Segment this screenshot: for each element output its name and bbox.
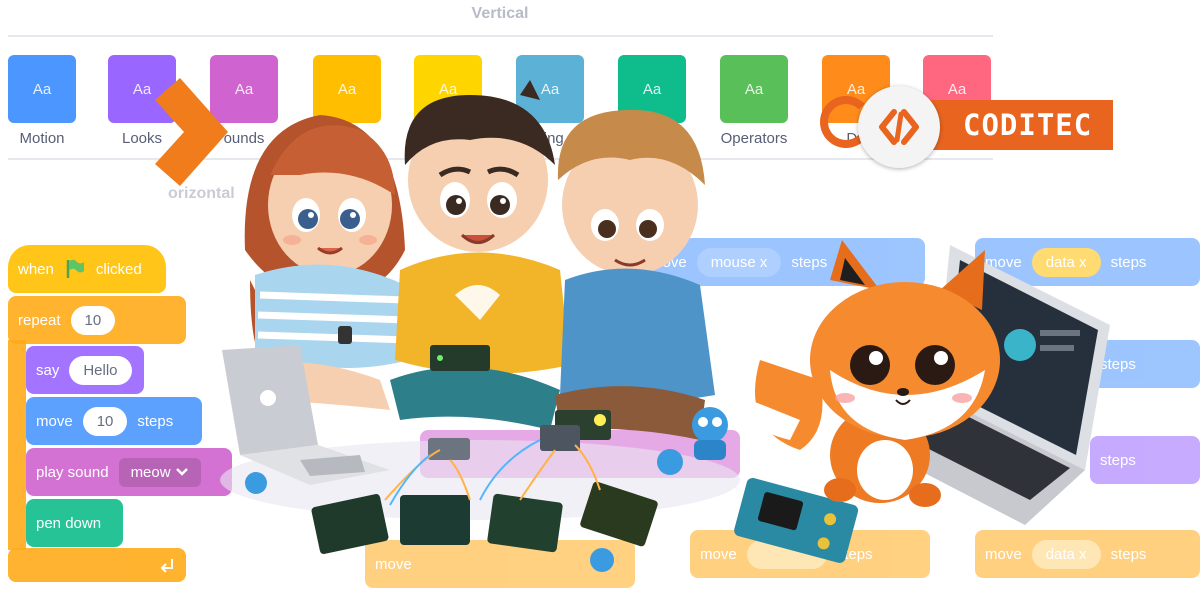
chevron-down-icon [175,467,188,476]
divider [8,35,993,37]
bg-move-block[interactable]: steps [1090,436,1200,484]
move-steps-block[interactable]: move 10 steps [26,397,202,445]
repeat-label: repeat [18,311,61,329]
repeat-count-input[interactable]: 10 [70,305,116,335]
move-label: move [700,545,737,563]
repeat-c-arm [8,340,26,550]
sound-value: meow [130,463,171,481]
sound-dropdown[interactable]: meow [118,457,201,487]
steps-label: steps [1110,545,1147,563]
when-label: when [18,260,54,278]
category-label: Motion [19,130,65,147]
steps-label: steps [137,412,174,430]
when-flag-clicked-block[interactable]: when clicked [8,245,166,293]
category-swatch[interactable]: Aa [210,55,278,123]
green-flag-icon [66,259,84,278]
data-x-reporter[interactable]: data x [1031,247,1101,277]
boy-center-character [390,80,570,430]
mouse-x-reporter[interactable]: mouse x [696,247,782,277]
bg-move-block[interactable]: move data x steps [975,530,1200,578]
code-brackets-icon [879,109,919,145]
play-sound-label: play sound [36,463,109,481]
logo-wordmark[interactable]: CODITEC [925,100,1113,150]
repeat-end [8,548,186,582]
pen-down-block[interactable]: pen down [26,499,123,547]
data-x-reporter[interactable]: data x [1031,539,1101,569]
pen-down-label: pen down [36,514,102,532]
category-swatch[interactable]: Aa [8,55,76,123]
category-label: Operators [720,130,788,147]
category-swatch[interactable]: Aa [108,55,176,123]
repeat-block[interactable]: repeat 10 [8,296,186,344]
logo-badge[interactable] [858,86,940,168]
horizontal-title: orizontal [168,185,235,202]
category-swatch[interactable]: Aa [720,55,788,123]
steps-input[interactable]: 10 [82,406,128,436]
move-label: move [985,545,1022,563]
steps-label: steps [1100,451,1136,469]
logo-text: CODITEC [963,108,1093,142]
steps-label: steps [791,253,828,271]
play-sound-block[interactable]: play sound meow [26,448,232,496]
say-block[interactable]: say Hello [26,346,144,394]
say-text-input[interactable]: Hello [69,355,132,385]
category-swatch[interactable]: Aa [313,55,381,123]
clicked-label: clicked [95,260,142,278]
bg-move-block[interactable]: steps [1090,340,1200,388]
steps-label: steps [1110,253,1147,271]
steps-label: steps [1100,355,1136,373]
arrow-return-icon [160,559,173,573]
move-label: move [375,555,412,573]
say-label: say [36,361,60,379]
palette-title: Vertical [471,5,529,22]
move-label: move [36,412,73,430]
